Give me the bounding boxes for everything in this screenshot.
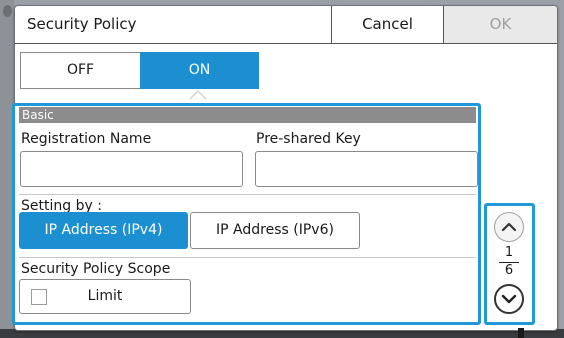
ok-button[interactable]: OK: [443, 6, 557, 43]
registration-name-label: Registration Name: [21, 131, 152, 147]
pointer-marker: [518, 328, 524, 338]
on-toggle-button[interactable]: ON: [140, 52, 259, 89]
ipv4-option-button[interactable]: IP Address (IPv4): [19, 212, 188, 249]
off-toggle-button[interactable]: OFF: [20, 52, 140, 89]
security-policy-scope-label: Security Policy Scope: [21, 261, 171, 277]
page-total: 6: [504, 263, 514, 278]
limit-label: Limit: [87, 288, 123, 304]
divider: [19, 257, 476, 258]
section-header-basic: Basic: [19, 107, 476, 123]
chevron-down-icon: [501, 294, 517, 304]
caret-up-icon-fill: [191, 92, 205, 99]
preshared-key-label: Pre-shared Key: [256, 131, 361, 147]
scroll-down-button[interactable]: [494, 284, 524, 314]
ipv6-option-button[interactable]: IP Address (IPv6): [190, 212, 360, 249]
preshared-key-field[interactable]: [255, 151, 478, 187]
dialog-title: Security Policy: [27, 15, 137, 33]
limit-checkbox-button[interactable]: Limit: [19, 279, 191, 314]
cancel-button[interactable]: Cancel: [331, 6, 443, 43]
page-current: 1: [504, 245, 514, 260]
chevron-up-icon: [501, 222, 517, 232]
registration-name-field[interactable]: [20, 151, 243, 187]
gear-icon: [3, 5, 12, 17]
dialog-title-bar: Security Policy Cancel OK: [15, 6, 557, 44]
scroll-up-button[interactable]: [494, 212, 524, 242]
divider: [19, 194, 476, 195]
